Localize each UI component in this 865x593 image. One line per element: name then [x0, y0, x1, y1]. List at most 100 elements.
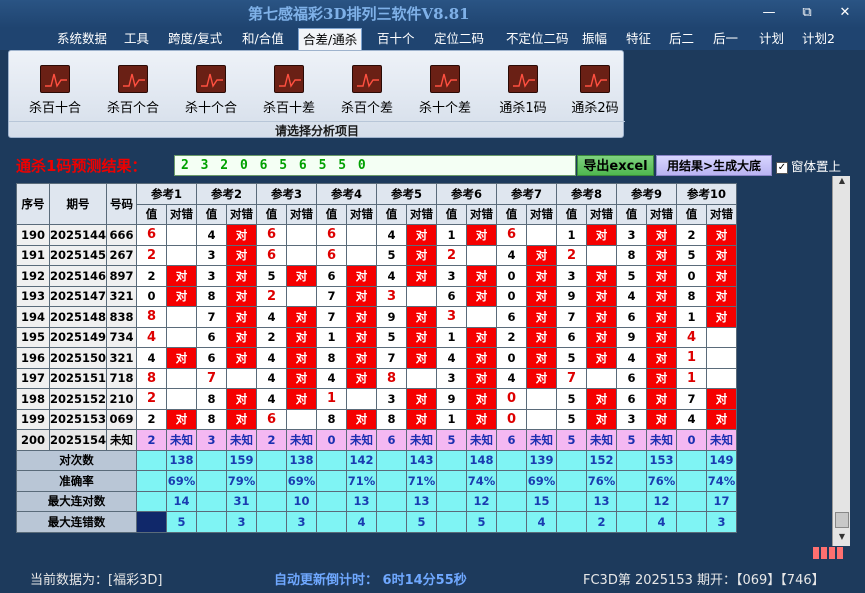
- ref-value: 8: [196, 388, 228, 410]
- current-data-status: 当前数据为：[福彩3D]: [30, 573, 163, 588]
- minimize-button[interactable]: —: [758, 5, 780, 21]
- stats-row: 准确率 69% 79% 69% 71% 71% 74% 69% 76% 76% 74%: [15, 470, 738, 492]
- hit-mark: 对: [226, 347, 258, 369]
- ribbon-button-label: 杀十个合: [184, 101, 237, 116]
- hit-mark: 对: [466, 388, 498, 410]
- prediction-result-field[interactable]: 2 3 2 0 6 5 6 5 5 0: [174, 155, 576, 176]
- ribbon-button[interactable]: 杀十个差: [411, 65, 479, 117]
- ref-value: 8: [376, 367, 408, 389]
- ref-value: 7: [196, 306, 228, 328]
- miss-mark: [166, 244, 198, 266]
- ribbon-button[interactable]: 杀百个合: [99, 65, 167, 117]
- generate-base-button[interactable]: 用结果>生成大底: [656, 155, 772, 176]
- status-bar: 当前数据为：[福彩3D] 自动更新倒计时： 6时14分55秒 FC3D第 202…: [0, 563, 865, 593]
- miss-mark: [706, 367, 738, 389]
- pred-value: 0: [316, 429, 348, 451]
- hit-mark: 对: [706, 306, 738, 328]
- hit-mark: 对: [406, 265, 438, 287]
- stats-label: 准确率: [15, 470, 138, 492]
- ref-value: 7: [676, 388, 708, 410]
- stats-value: 2: [586, 511, 618, 533]
- hit-mark: 对: [406, 326, 438, 348]
- ribbon-button[interactable]: 杀百个差: [333, 65, 401, 117]
- miss-mark: [226, 367, 258, 389]
- pred-unknown: 未知: [346, 429, 378, 451]
- ref-value: 4: [376, 265, 408, 287]
- ribbon-button[interactable]: 杀十个合: [177, 65, 245, 117]
- menu-item[interactable]: 特征: [626, 28, 651, 50]
- scroll-up-icon[interactable]: ▲: [833, 176, 851, 190]
- table-row[interactable]: 196 2025150 321 4 对 6 对 4 对 8 对 7 对 4 对 0 对 5 对 4 对 1: [16, 347, 738, 369]
- stats-value: 138: [166, 449, 198, 471]
- stats-spacer: [316, 470, 348, 492]
- scroll-thumb[interactable]: [835, 512, 849, 528]
- menu-item[interactable]: 合差/通杀: [298, 28, 363, 50]
- hit-mark: 对: [586, 388, 618, 410]
- stats-value: 138: [286, 449, 318, 471]
- stats-spacer: [436, 470, 468, 492]
- stats-value: 4: [346, 511, 378, 533]
- menu-item[interactable]: 系统数据: [57, 28, 107, 50]
- hit-mark: 对: [286, 347, 318, 369]
- menu-item[interactable]: 和/合值: [242, 28, 284, 50]
- table-row[interactable]: 199 2025153 069 2 对 8 对 6 8 对 8 对 1 对 0 5 对 3 对 4 对: [16, 408, 738, 430]
- miss-mark: [406, 285, 438, 307]
- chart-icon: [430, 65, 460, 93]
- chart-icon: [40, 65, 70, 93]
- stats-spacer: [136, 449, 168, 471]
- prediction-row[interactable]: 200 2025154 未知 2 未知 3 未知 2 未知 0 未知 6 未知 5 未知 6 未知 5 未知 5 未知 0…: [16, 429, 738, 451]
- window-ontop-checkbox[interactable]: ✓ 窗体置上: [776, 156, 841, 175]
- ref-value: 6: [196, 326, 228, 348]
- hit-mark: 对: [646, 326, 678, 348]
- scroll-down-icon[interactable]: ▼: [833, 532, 851, 546]
- countdown-status: 自动更新倒计时： 6时14分55秒: [274, 573, 467, 588]
- table-row[interactable]: 194 2025148 838 8 7 对 4 对 7 对 9 对 3 6 对 7 对 6 对 1 对: [16, 306, 738, 328]
- menu-item[interactable]: 振幅: [582, 28, 607, 50]
- menu-item[interactable]: 工具: [124, 28, 149, 50]
- table-row[interactable]: 193 2025147 321 0 对 8 对 2 7 对 3 6 对 0 对 9 对 4 对 8 对: [16, 285, 738, 307]
- stats-spacer: [496, 511, 528, 533]
- menu-item[interactable]: 定位二码: [434, 28, 484, 50]
- menu-item[interactable]: 计划2: [802, 28, 835, 50]
- maximize-button[interactable]: ⧉: [796, 5, 818, 21]
- stats-value: 3: [286, 511, 318, 533]
- row-period: 2025148: [48, 306, 108, 328]
- table-row[interactable]: 190 2025144 666 6 4 对 6 6 4 对 1 对 6 1 对 3 对 2 对: [16, 224, 738, 246]
- hit-mark: 对: [166, 347, 198, 369]
- stats-value: 13: [406, 490, 438, 512]
- table-row[interactable]: 197 2025151 718 8 7 4 对 4 对 8 3 对 4 对 7 6 对 1: [16, 367, 738, 389]
- table-row[interactable]: 198 2025152 210 2 8 对 4 对 1 3 对 9 对 0 5 对 6 对 7 对: [16, 388, 738, 410]
- menu-item[interactable]: 后一: [713, 28, 738, 50]
- stats-spacer: [136, 470, 168, 492]
- hit-mark: 对: [226, 326, 258, 348]
- export-excel-button[interactable]: 导出excel: [577, 155, 654, 176]
- menu-item[interactable]: 不定位二码: [506, 28, 569, 50]
- vertical-scrollbar[interactable]: ▲ ▼: [832, 176, 850, 546]
- ref-value: 3: [196, 244, 228, 266]
- table-row[interactable]: 192 2025146 897 2 对 3 对 5 对 6 对 4 对 3 对 0 对 3 对 5 对 0 对: [16, 265, 738, 287]
- ribbon-button[interactable]: 通杀1码: [489, 65, 557, 117]
- stats-value: 5: [166, 511, 198, 533]
- header-value: 值: [316, 203, 348, 225]
- menu-item[interactable]: 跨度/复式: [168, 28, 222, 50]
- analysis-table: 序号 期号 号码 参考1 参考2 参考3 参考4 参考5 参考6 参考7 参考8 参考9 参考10 值对错…: [15, 183, 738, 533]
- ref-value: 9: [556, 285, 588, 307]
- stats-value: 69%: [526, 470, 558, 492]
- ribbon-button[interactable]: 通杀2码: [561, 65, 629, 117]
- hit-mark: 对: [406, 388, 438, 410]
- menu-item[interactable]: 百十个: [377, 28, 415, 50]
- ribbon-button[interactable]: 杀百十差: [255, 65, 323, 117]
- close-button[interactable]: ✕: [834, 5, 856, 21]
- hit-mark: 对: [346, 265, 378, 287]
- menu-item[interactable]: 计划: [759, 28, 784, 50]
- ribbon-button[interactable]: 杀百十合: [21, 65, 89, 117]
- table-row[interactable]: 191 2025145 267 2 3 对 6 6 5 对 2 4 对 2 8 对 5 对: [16, 244, 738, 266]
- pred-value: 5: [556, 429, 588, 451]
- checkbox-icon[interactable]: ✓: [776, 161, 788, 174]
- hit-mark: 对: [706, 408, 738, 430]
- menu-item[interactable]: 后二: [669, 28, 694, 50]
- stats-value: 3: [706, 511, 738, 533]
- table-row[interactable]: 195 2025149 734 4 6 对 2 对 1 对 5 对 1 对 2 对 6 对 9 对 4: [16, 326, 738, 348]
- ref-value: 2: [676, 224, 708, 246]
- ref-value: 0: [496, 347, 528, 369]
